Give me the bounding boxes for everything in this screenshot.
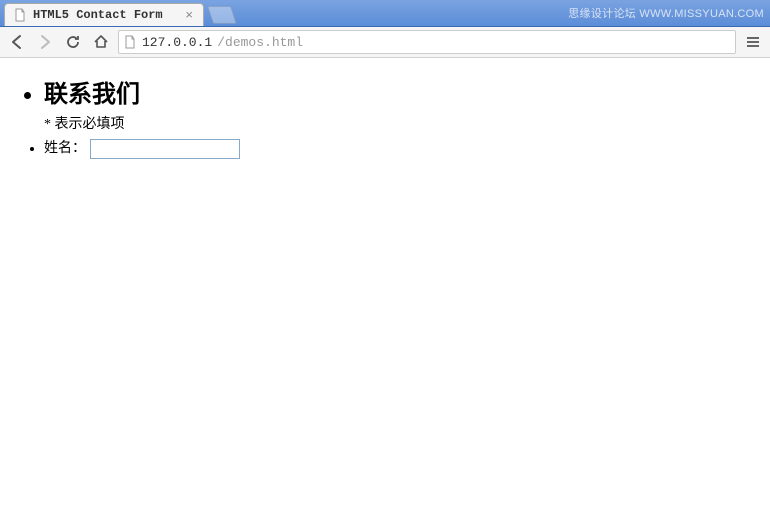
required-fields-note: * 表示必填项 — [44, 113, 770, 133]
new-tab-button[interactable] — [207, 6, 237, 24]
name-label: 姓名： — [44, 141, 86, 156]
url-path: /demos.html — [217, 35, 303, 50]
watermark-brand: 思缘设计论坛 — [568, 8, 636, 20]
browser-toolbar: 127.0.0.1/demos.html — [0, 27, 770, 58]
browser-tab-active[interactable]: HTML5 Contact Form × — [4, 3, 204, 26]
page-icon — [123, 35, 137, 49]
address-bar[interactable]: 127.0.0.1/demos.html — [118, 30, 736, 54]
url-host: 127.0.0.1 — [142, 35, 212, 50]
tab-strip: HTML5 Contact Form × — [4, 2, 234, 26]
forward-button[interactable] — [34, 31, 56, 53]
page-body: 联系我们 * 表示必填项 姓名： — [0, 58, 770, 159]
browser-menu-button[interactable] — [742, 31, 764, 53]
home-button[interactable] — [90, 31, 112, 53]
tab-title: HTML5 Contact Form — [33, 8, 177, 22]
page-icon — [13, 8, 27, 22]
back-button[interactable] — [6, 31, 28, 53]
form-row-name: 姓名： — [44, 137, 770, 159]
page-heading: 联系我们 — [44, 74, 770, 109]
name-input[interactable] — [90, 139, 240, 159]
watermark: 思缘设计论坛 WWW.MISSYUAN.COM — [568, 5, 764, 21]
tab-close-button[interactable]: × — [183, 8, 195, 23]
reload-button[interactable] — [62, 31, 84, 53]
browser-tab-strip-region: HTML5 Contact Form × 思缘设计论坛 WWW.MISSYUAN… — [0, 0, 770, 27]
watermark-url: WWW.MISSYUAN.COM — [639, 8, 764, 20]
